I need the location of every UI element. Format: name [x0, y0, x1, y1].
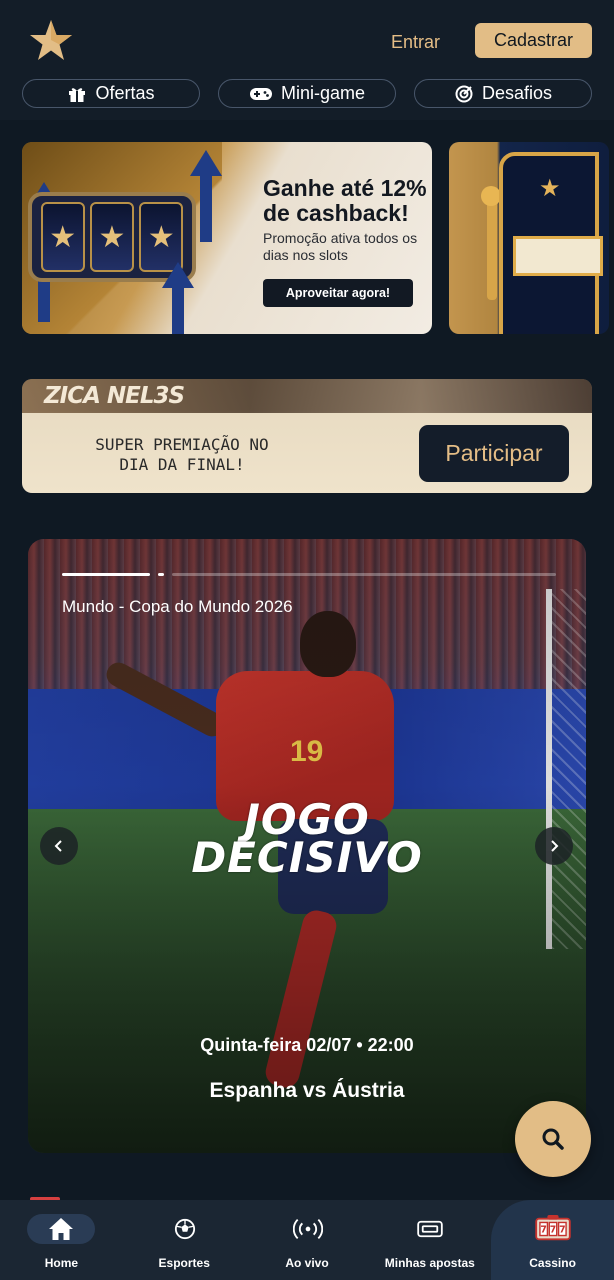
star-icon: ★	[89, 202, 134, 272]
arrow-up-icon	[162, 262, 194, 288]
nav-my-bets[interactable]: Minhas apostas	[368, 1200, 491, 1280]
star-icon: ★	[539, 175, 561, 202]
nav-my-bets-label: Minhas apostas	[384, 1256, 475, 1270]
top-header: Entrar Cadastrar Ofertas Mini-game Desaf…	[0, 0, 614, 120]
gift-icon	[69, 87, 86, 102]
svg-text:7: 7	[559, 1225, 566, 1236]
progress-segment	[172, 573, 556, 576]
chevron-left-icon	[54, 840, 62, 852]
promo-carousel[interactable]: ★ ★ ★ Ganhe até 12% de cashback! Promoçã…	[22, 142, 614, 334]
signup-button[interactable]: Cadastrar	[475, 23, 592, 58]
svg-text:7: 7	[550, 1225, 557, 1236]
carousel-prev-button[interactable]	[40, 827, 78, 865]
minigame-label: Mini-game	[280, 83, 366, 103]
nav-sports-label: Esportes	[158, 1256, 210, 1270]
gamepad-icon	[249, 87, 272, 100]
challenges-pill[interactable]: Desafios	[414, 79, 592, 108]
zica-promo-banner[interactable]: ZICA NEL3S SUPER PREMIAÇÃO NO DIA DA FIN…	[22, 379, 592, 493]
competition-label: Mundo - Copa do Mundo 2026	[62, 597, 293, 616]
carousel-progress	[62, 573, 556, 576]
zica-text: SUPER PREMIAÇÃO NO DIA DA FINAL!	[95, 435, 269, 474]
star-icon: ★	[40, 202, 85, 272]
target-icon	[455, 85, 473, 102]
chevron-right-icon	[551, 840, 559, 852]
offers-label: Ofertas	[95, 83, 155, 103]
bottom-navigation: Home Esportes Ao vivo Minhas apostas 7 7…	[0, 1200, 614, 1280]
offers-pill[interactable]: Ofertas	[22, 79, 200, 108]
live-broadcast-icon	[292, 1214, 324, 1244]
promo-cta-button[interactable]: Aproveitar agora!	[263, 279, 413, 307]
lever-knob	[481, 186, 501, 206]
nav-home-label: Home	[44, 1256, 79, 1270]
progress-segment	[158, 573, 164, 576]
reels-decoration	[513, 236, 603, 276]
login-link[interactable]: Entrar	[391, 30, 440, 54]
svg-text:7: 7	[541, 1225, 548, 1236]
featured-match-card[interactable]: 19 Mundo - Copa do Mundo 2026 JOGO DECIS…	[28, 539, 586, 1153]
promo-title: Ganhe até 12% de cashback!	[263, 175, 427, 226]
nav-live[interactable]: Ao vivo	[246, 1200, 369, 1280]
search-icon	[542, 1128, 564, 1150]
minigame-pill[interactable]: Mini-game	[218, 79, 396, 108]
headline-line2: DECISIVO	[191, 833, 423, 882]
arrow-decoration	[200, 172, 212, 242]
carousel-next-button[interactable]	[535, 827, 573, 865]
ticket-icon	[415, 1214, 445, 1244]
star-logo-icon[interactable]	[28, 18, 74, 64]
promo-subtitle: Promoção ativa todos os dias nos slots	[263, 230, 418, 263]
slot-banner[interactable]: ★	[449, 142, 609, 334]
nav-casino[interactable]: 7 7 7 Cassino	[491, 1200, 614, 1280]
slot-machine-icon: 7 7 7	[533, 1214, 573, 1244]
match-datetime: Quinta-feira 02/07 • 22:00	[200, 1035, 414, 1055]
participate-button[interactable]: Participar	[419, 425, 569, 482]
nav-casino-label: Cassino	[529, 1256, 576, 1270]
zica-logo: ZICA NEL3S	[44, 383, 185, 409]
arrow-decoration	[172, 282, 184, 334]
nav-home[interactable]: Home	[0, 1200, 123, 1280]
soccer-ball-icon	[173, 1214, 197, 1244]
match-teams[interactable]: Espanha vs Áustria	[28, 1079, 586, 1103]
challenges-label: Desafios	[481, 83, 553, 103]
search-button[interactable]	[515, 1101, 591, 1177]
quick-links: Ofertas Mini-game Desafios	[22, 79, 592, 108]
arrow-up-icon	[190, 150, 222, 176]
lever-decoration	[487, 190, 497, 300]
nav-live-label: Ao vivo	[285, 1256, 329, 1270]
slot-machine-icon: ★	[499, 152, 603, 334]
cashback-banner[interactable]: ★ ★ ★ Ganhe até 12% de cashback! Promoçã…	[22, 142, 432, 334]
progress-segment-active	[62, 573, 150, 576]
home-icon	[27, 1214, 95, 1244]
nav-sports[interactable]: Esportes	[123, 1200, 246, 1280]
